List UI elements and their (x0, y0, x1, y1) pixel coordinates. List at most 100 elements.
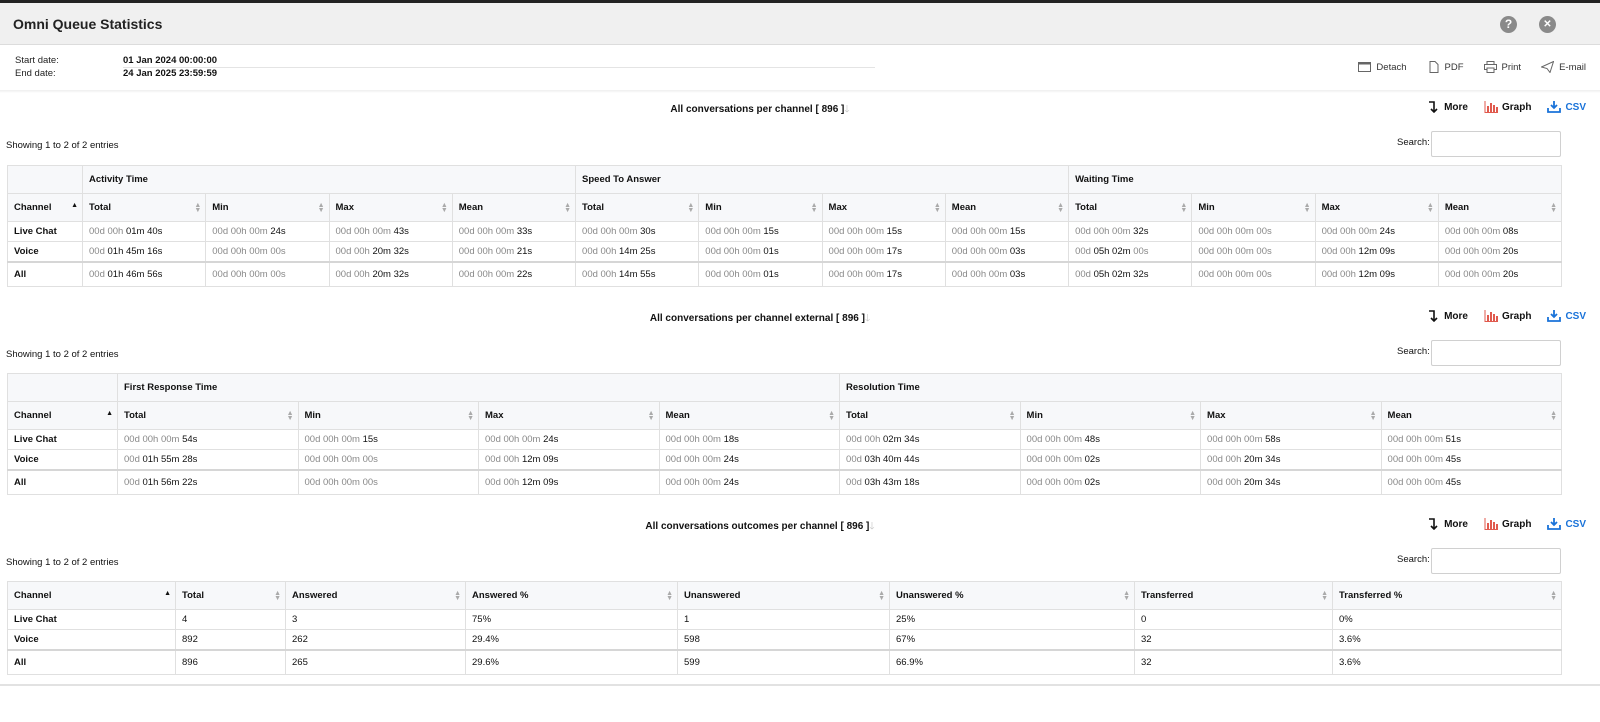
column-header-total[interactable]: Total ▲ ▼ (175, 581, 286, 610)
print-button[interactable]: Print (1483, 61, 1521, 73)
duration-cell: 00d 00h 00m 24s (658, 449, 841, 470)
bar-chart-icon (1484, 518, 1498, 530)
sort-both-icon: ▲ ▼ (933, 202, 941, 214)
stats-table: First Response Time Resolution Time Channe… (7, 373, 1563, 495)
entries-info: Showing 1 to 2 of 2 entries (6, 557, 119, 568)
start-date-value: 01 Jan 2024 00:00:00 (123, 55, 218, 66)
outcomes-table: Channel ▲ Total ▲ ▼ Answered ▲ ▼ Answered % ▲ ▼ Una… (7, 581, 1562, 675)
graph-button[interactable]: Graph (1484, 310, 1531, 322)
column-header-max[interactable]: Max ▲ ▼ (328, 193, 453, 222)
column-header-total[interactable]: Total ▲ ▼ (839, 401, 1021, 430)
help-icon[interactable]: ? (1500, 16, 1517, 33)
column-header-max[interactable]: Max ▲ ▼ (1200, 401, 1382, 430)
duration-cell: 00d 00h 00m 00s (1191, 260, 1316, 287)
column-header-row: Channel ▲ Total ▲ ▼ Min ▲ ▼ Max ▲ ▼ Mean ▲ ▼ Total ▲ ▼ Mi… (7, 401, 1563, 430)
column-header-total[interactable]: Total ▲ ▼ (81, 193, 207, 222)
channel-cell: All (7, 260, 83, 287)
column-header-answered[interactable]: Answered ▲ ▼ (285, 581, 466, 610)
column-group-header: Resolution Time (839, 373, 1563, 402)
graph-button[interactable]: Graph (1484, 101, 1531, 113)
column-header-total[interactable]: Total ▲ ▼ (117, 401, 299, 430)
column-header-unanswered[interactable]: Unanswered % ▲ ▼ (889, 581, 1135, 610)
channel-cell: Voice (7, 629, 176, 650)
column-header-mean[interactable]: Mean ▲ ▼ (451, 193, 577, 222)
table-row: Voice 892 262 29.4% 598 67% 32 3.6% (7, 629, 1562, 650)
column-header-mean[interactable]: Mean ▲ ▼ (658, 401, 841, 430)
csv-button[interactable]: CSV (1547, 310, 1586, 322)
sort-asc-icon: ▲ (106, 410, 113, 417)
duration-cell: 00d 05h 02m 00s (1068, 241, 1193, 262)
pdf-button[interactable]: PDF (1427, 61, 1464, 73)
duration-cell: 00d 00h 00m 21s (451, 241, 577, 262)
duration-cell: 00d 03h 40m 44s (839, 449, 1021, 470)
column-header-max[interactable]: Max ▲ ▼ (478, 401, 660, 430)
download-icon (1547, 101, 1562, 113)
date-range: Start date: 01 Jan 2024 00:00:00 End date… (15, 55, 895, 81)
sort-both-icon: ▲ ▼ (1426, 202, 1434, 214)
column-header-transferred[interactable]: Transferred ▲ ▼ (1134, 581, 1333, 610)
column-header-mean[interactable]: Mean ▲ ▼ (944, 193, 1070, 222)
column-header-min[interactable]: Min ▲ ▼ (1019, 401, 1202, 430)
value-cell: 75% (465, 609, 678, 630)
duration-cell: 00d 00h 00m 00s (205, 241, 330, 262)
duration-cell: 00d 00h 00m 54s (117, 429, 299, 450)
close-icon[interactable]: ✕ (1539, 16, 1556, 33)
print-icon (1483, 61, 1497, 73)
column-header-mean[interactable]: Mean ▲ ▼ (1380, 401, 1563, 430)
csv-label: CSV (1565, 101, 1586, 113)
value-cell: 0% (1332, 609, 1562, 630)
graph-button[interactable]: Graph (1484, 518, 1531, 530)
column-header-total[interactable]: Total ▲ ▼ (575, 193, 700, 222)
duration-cell: 00d 01h 55m 28s (117, 449, 299, 470)
column-header-min[interactable]: Min ▲ ▼ (205, 193, 330, 222)
column-header-answered[interactable]: Answered % ▲ ▼ (465, 581, 678, 610)
value-cell: 3.6% (1332, 648, 1562, 675)
value-cell: 29.4% (465, 629, 678, 650)
duration-cell: 00d 00h 00m 15s (944, 221, 1070, 242)
search-label: Search: (1397, 346, 1430, 357)
download-arrow-icon[interactable]: 🡓 (869, 521, 874, 532)
column-header-total[interactable]: Total ▲ ▼ (1068, 193, 1193, 222)
column-header-channel[interactable]: Channel ▲ (7, 193, 83, 222)
duration-cell: 00d 00h 12m 09s (1314, 241, 1439, 262)
column-header-min[interactable]: Min ▲ ▼ (698, 193, 823, 222)
download-arrow-icon[interactable]: 🡓 (844, 104, 849, 115)
column-header-transferred[interactable]: Transferred % ▲ ▼ (1332, 581, 1562, 610)
report-actions: Detach PDF Print E-mail (1358, 61, 1586, 73)
more-label: More (1444, 310, 1468, 322)
more-button[interactable]: More (1426, 310, 1468, 322)
value-cell: 0 (1134, 609, 1333, 630)
search-label: Search: (1397, 137, 1430, 148)
search-input[interactable] (1431, 340, 1561, 366)
duration-cell: 00d 00h 00m 43s (328, 221, 453, 242)
column-header-mean[interactable]: Mean ▲ ▼ (1437, 193, 1563, 222)
more-button[interactable]: More (1426, 518, 1468, 530)
column-group-header: Waiting Time (1068, 165, 1563, 194)
csv-button[interactable]: CSV (1547, 101, 1586, 113)
csv-button[interactable]: CSV (1547, 518, 1586, 530)
email-button[interactable]: E-mail (1541, 61, 1586, 73)
search-input[interactable] (1431, 548, 1561, 574)
column-header-max[interactable]: Max ▲ ▼ (1314, 193, 1439, 222)
detach-icon (1358, 62, 1372, 72)
column-header-min[interactable]: Min ▲ ▼ (297, 401, 479, 430)
channel-cell: Voice (7, 241, 83, 262)
download-arrow-icon[interactable]: 🡓 (865, 313, 870, 324)
sort-both-icon: ▲ ▼ (317, 202, 325, 214)
duration-cell: 00d 00h 00m 08s (1437, 221, 1563, 242)
column-header-max[interactable]: Max ▲ ▼ (821, 193, 946, 222)
sort-both-icon: ▲ ▼ (828, 410, 836, 422)
column-header-channel[interactable]: Channel ▲ (7, 581, 176, 610)
channel-cell: All (7, 468, 118, 495)
sort-both-icon: ▲ ▼ (1123, 590, 1130, 602)
column-header-unanswered[interactable]: Unanswered ▲ ▼ (677, 581, 890, 610)
column-header-channel[interactable]: Channel ▲ (7, 401, 118, 430)
table-row: Live Chat 00d 00h 00m 54s 00d 00h 00m 15s 0… (7, 429, 1563, 450)
column-group-header: Activity Time (81, 165, 577, 194)
search-input[interactable] (1431, 131, 1561, 157)
channel-cell: Live Chat (7, 429, 118, 450)
detach-button[interactable]: Detach (1358, 61, 1407, 73)
column-header-min[interactable]: Min ▲ ▼ (1191, 193, 1316, 222)
more-button[interactable]: More (1426, 101, 1468, 113)
total-row: All 00d 01h 56m 22s 00d 00h 00m 00s 00d 00h… (7, 468, 1563, 495)
